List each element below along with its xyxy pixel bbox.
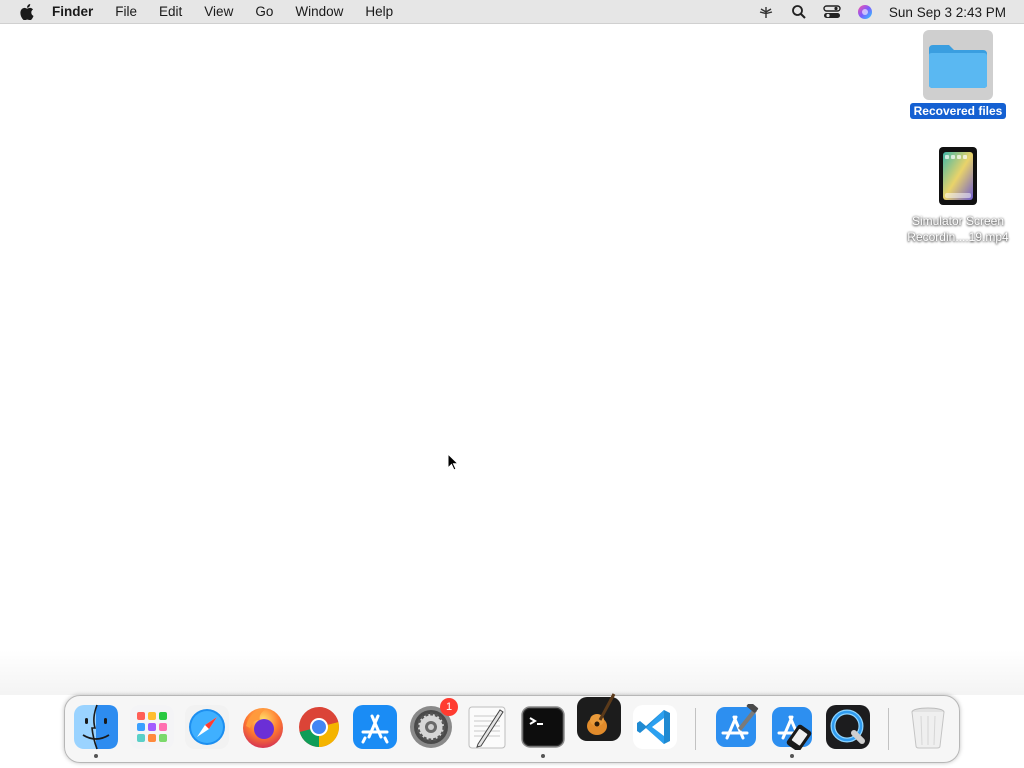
desktop-item-label: Simulator Screen Recordin....19.mp4 (898, 213, 1018, 245)
app-store-icon (353, 705, 397, 749)
textedit-icon (468, 706, 506, 749)
running-indicator (790, 754, 794, 758)
dock-app-app-store[interactable] (352, 704, 398, 750)
desktop-item-recovered-files[interactable]: Recovered files (898, 30, 1018, 119)
apple-logo-icon[interactable] (18, 3, 36, 21)
xcode-icon (716, 704, 759, 747)
dock-app-safari[interactable] (184, 704, 230, 750)
firefox-icon (243, 708, 283, 748)
dock-separator (695, 708, 696, 750)
chrome-icon (299, 707, 339, 747)
menu-go[interactable]: Go (255, 4, 273, 19)
dock-app-launchpad[interactable] (129, 704, 175, 750)
menu-edit[interactable]: Edit (159, 4, 182, 19)
dock-separator (888, 708, 889, 750)
desktop-item-label: Recovered files (909, 103, 1007, 119)
terminal-icon (521, 706, 565, 748)
dock-app-xcode[interactable] (713, 704, 759, 750)
safari-icon (185, 705, 229, 749)
vscode-icon (633, 705, 677, 749)
search-icon[interactable] (790, 3, 808, 21)
dock-app-quicktime[interactable] (825, 704, 871, 750)
dock: 1 (64, 693, 960, 763)
dock-app-simulator[interactable] (769, 704, 815, 758)
dock-backdrop (0, 650, 1024, 695)
finder-icon (74, 704, 118, 750)
label-line-2: Recordin....19.mp4 (907, 230, 1009, 244)
dock-app-textedit[interactable] (464, 704, 510, 750)
menu-help[interactable]: Help (365, 4, 393, 19)
network-icon[interactable] (757, 3, 775, 21)
trash-icon (911, 707, 945, 749)
notification-badge: 1 (440, 698, 458, 716)
dock-app-firefox[interactable] (240, 704, 286, 750)
label-line-1: Simulator Screen (911, 214, 1005, 228)
launchpad-icon (130, 705, 174, 749)
desktop-item-video-file[interactable]: Simulator Screen Recordin....19.mp4 (898, 147, 1018, 245)
dock-app-trash[interactable] (905, 704, 951, 750)
garageband-icon (577, 693, 621, 741)
menu-window[interactable]: Window (295, 4, 343, 19)
quicktime-icon (826, 705, 870, 749)
running-indicator (541, 754, 545, 758)
menu-file[interactable]: File (115, 4, 137, 19)
mouse-pointer-icon (447, 452, 461, 473)
dock-app-system-settings[interactable]: 1 (408, 698, 458, 750)
siri-icon[interactable] (856, 3, 874, 21)
video-file-icon (939, 147, 977, 205)
menu-bar-clock[interactable]: Sun Sep 3 2:43 PM (889, 5, 1006, 20)
dock-app-vscode[interactable] (632, 704, 678, 750)
control-center-icon[interactable] (823, 3, 841, 21)
menu-view[interactable]: View (204, 4, 233, 19)
dock-app-finder[interactable] (73, 704, 119, 758)
dock-app-chrome[interactable] (296, 704, 342, 750)
menu-bar: Finder File Edit View Go Window Help Sun… (0, 0, 1024, 24)
running-indicator (94, 754, 98, 758)
simulator-icon (772, 707, 812, 750)
dock-app-garageband[interactable] (576, 693, 622, 741)
folder-icon (923, 30, 993, 100)
menu-app-finder[interactable]: Finder (52, 4, 93, 19)
dock-app-terminal[interactable] (520, 704, 566, 758)
